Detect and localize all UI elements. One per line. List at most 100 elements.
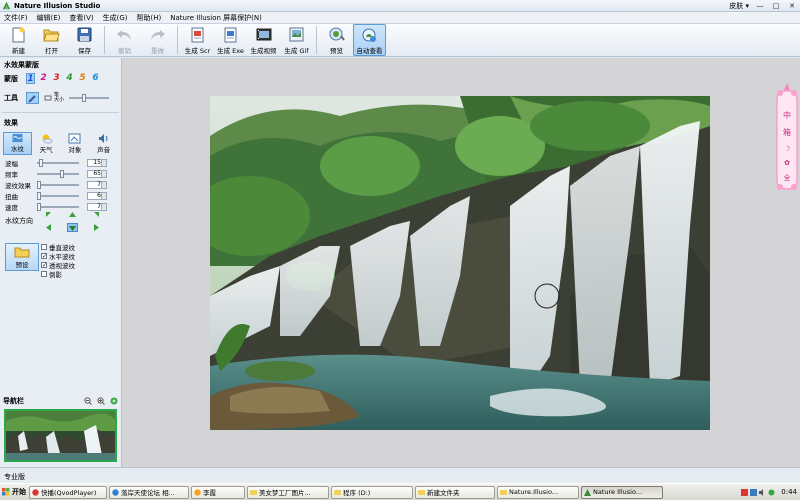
direction-up-right-icon[interactable] [90,211,101,220]
task-label: Nature Illusio... [593,488,643,496]
close-button[interactable]: ✕ [787,2,797,10]
param-frequency-slider[interactable] [37,170,79,178]
tab-object[interactable]: 对象 [61,132,90,155]
checkbox-box[interactable]: ✓ [41,262,47,269]
param-frequency-spin[interactable]: 65 [87,170,107,178]
generate-gif-button[interactable]: 生成 Gif [280,24,313,56]
tray-network-icon[interactable] [750,488,758,496]
menu-view[interactable]: 查看(V) [69,13,93,23]
mask-number-4[interactable]: 4 [65,73,74,84]
param-amplitude: 波幅 15 [0,158,121,168]
param-amplitude-spin[interactable]: 15 [87,159,107,167]
mask-row: 蒙版 1 2 3 4 5 6 [0,72,121,85]
checkbox-box[interactable] [41,271,47,277]
svg-text:全: 全 [784,173,791,182]
skin-menu[interactable]: 皮肤 ▾ [729,1,749,11]
mask-number-6[interactable]: 6 [91,73,100,84]
task-new-folder[interactable]: 新建文件夹 [415,485,495,499]
auto-view-button[interactable]: 自动查看 [353,24,386,56]
tray-volume-icon[interactable] [759,488,766,496]
navigation-thumbnail[interactable] [4,409,117,462]
brush-size-slider[interactable] [69,94,109,102]
slider-thumb[interactable] [39,159,43,167]
vertical-ripple-checkbox[interactable]: 垂直波纹 [41,243,75,252]
eraser-tool-icon[interactable] [41,92,54,104]
reflection-checkbox[interactable]: 倒影 [41,270,75,279]
param-ripple-effect-slider[interactable] [37,181,79,189]
new-label: 新建 [12,47,25,55]
fit-view-icon[interactable] [110,397,118,405]
generate-scr-button[interactable]: 生成 Scr [181,24,214,56]
checkbox-box[interactable]: ✓ [41,253,47,260]
menu-generate[interactable]: 生成(G) [103,13,128,23]
svg-text:✿: ✿ [784,159,790,167]
param-distortion-spin[interactable]: 6 [87,192,107,200]
checkbox-box[interactable] [41,244,47,250]
tab-sound[interactable]: 声音 [89,132,118,155]
slider-thumb[interactable] [37,181,41,189]
generate-exe-button[interactable]: 生成 Exe [214,24,247,56]
brush-size-thumb[interactable] [82,94,86,102]
task-drive-d[interactable]: 程序 (D:) [331,485,413,499]
param-ripple-effect-spin[interactable]: 7 [87,181,107,189]
direction-up-left-icon[interactable] [44,211,55,220]
redo-button[interactable]: 重做 [141,24,174,56]
start-button[interactable]: 开始 [0,485,27,499]
mask-number-2[interactable]: 2 [39,73,48,84]
menu-edit[interactable]: 编辑(E) [37,13,61,23]
direction-center-icon[interactable] [67,223,78,232]
zoom-in-icon[interactable] [97,396,105,405]
menu-file[interactable]: 文件(F) [4,13,28,23]
speaker-icon [99,134,108,143]
menu-screensaver[interactable]: Nature Illusion 屏幕保护(N) [170,13,262,23]
open-button[interactable]: 打开 [35,24,68,56]
task-lixia[interactable]: 李霞 [191,485,245,499]
param-frequency-label: 频率 [5,171,18,179]
zoom-out-icon[interactable] [84,396,92,405]
direction-left-icon[interactable] [44,223,55,232]
mask-number-5[interactable]: 5 [78,73,87,84]
task-nature-illusion-app[interactable]: Nature Illusio... [581,485,663,499]
minimize-button[interactable]: — [755,2,765,10]
perspective-ripple-checkbox[interactable]: ✓ 透视波纹 [41,261,75,270]
task-nature-illusion-folder[interactable]: Nature.Illusio... [497,485,579,499]
window-title: Nature Illusion Studio [14,1,101,10]
param-speed-slider[interactable] [37,203,79,211]
tab-weather[interactable]: 天气 [32,132,61,155]
slider-thumb[interactable] [60,170,64,178]
mask-number-1[interactable]: 1 [26,73,35,84]
generate-video-button[interactable]: 生成视频 [247,24,280,56]
direction-up-icon[interactable] [67,211,78,220]
preview-label: 预览 [330,47,343,55]
direction-grid [44,211,101,232]
tray-ime-icon[interactable] [768,489,775,496]
preset-button[interactable]: 预设 [5,243,39,271]
menu-bar: 文件(F) 编辑(E) 查看(V) 生成(G) 帮助(H) Nature Ill… [0,12,800,24]
tray-security-icon[interactable] [741,488,749,496]
new-button[interactable]: 新建 [2,24,35,56]
direction-right-icon[interactable] [90,223,101,232]
water-mask-title: 水效果蒙版 [4,61,39,69]
task-gallery[interactable]: 美女梦工厂图片... [247,485,329,499]
preview-button[interactable]: 预览 [320,24,353,56]
param-speed-spin[interactable]: 7 [87,203,107,211]
image-canvas[interactable] [210,96,710,430]
slider-thumb[interactable] [37,203,41,211]
brush-tool-icon[interactable] [26,92,39,104]
generate-video-icon [255,26,273,43]
param-distortion-slider[interactable] [37,192,79,200]
menu-help[interactable]: 帮助(H) [137,13,162,23]
task-forum[interactable]: 落岸天使论坛 相... [109,485,189,499]
floating-decoration-widget[interactable]: 中 箱 ☽ ✿ 全 [774,83,800,195]
param-amplitude-slider[interactable] [37,159,79,167]
mask-number-3[interactable]: 3 [52,73,61,84]
horizontal-ripple-checkbox[interactable]: ✓ 水平波纹 [41,252,75,261]
task-qvodplayer[interactable]: 快播(QvodPlayer) [29,485,107,499]
tab-ripple[interactable]: 水纹 [3,132,32,155]
maximize-button[interactable]: □ [771,2,781,10]
save-button[interactable]: 保存 [68,24,101,56]
open-folder-icon [43,26,61,43]
generate-scr-label: 生成 Scr [184,47,211,55]
slider-thumb[interactable] [37,192,41,200]
undo-button[interactable]: 撤销 [108,24,141,56]
